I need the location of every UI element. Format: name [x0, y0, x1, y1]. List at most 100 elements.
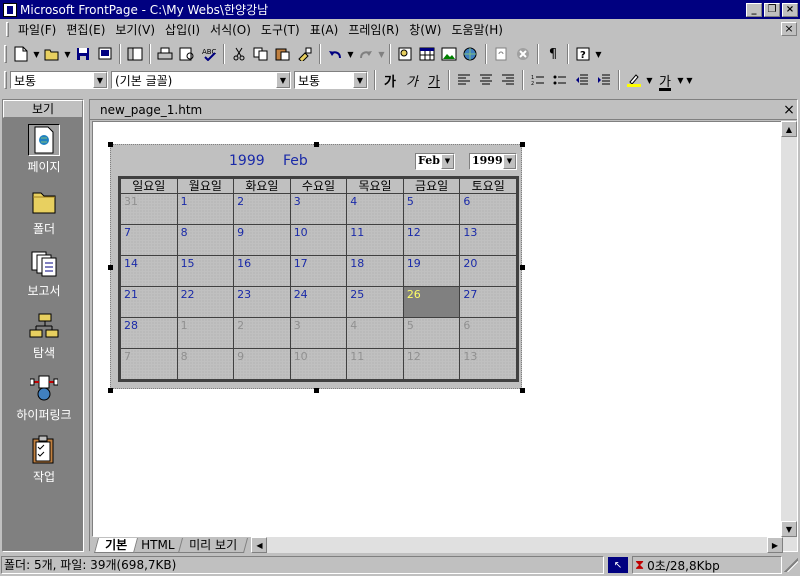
calendar-day[interactable]: 16 — [233, 255, 291, 287]
view-navigation[interactable]: 탐색 — [3, 304, 85, 366]
size-select[interactable]: 보통 ▼ — [294, 71, 368, 89]
scroll-left-button[interactable]: ◀ — [251, 537, 268, 553]
resize-handle[interactable] — [314, 388, 319, 393]
calendar-day[interactable]: 6 — [459, 317, 517, 349]
menu-format[interactable]: 서식(O) — [205, 21, 256, 38]
redo-dropdown[interactable]: ▼ — [377, 43, 386, 65]
calendar-day[interactable]: 3 — [289, 317, 348, 349]
chevron-down-icon[interactable]: ▼ — [353, 72, 367, 88]
preview-browser-button[interactable] — [176, 43, 198, 65]
minimize-button[interactable]: _ — [746, 2, 762, 17]
calendar-day[interactable]: 10 — [289, 224, 348, 256]
calendar-day[interactable]: 7 — [120, 348, 178, 380]
calendar-day[interactable]: 24 — [289, 286, 348, 318]
menu-frames[interactable]: 프레임(R) — [343, 21, 404, 38]
bulleted-list-button[interactable] — [549, 69, 571, 91]
tab-html[interactable]: HTML — [130, 538, 186, 553]
toolbar-grip[interactable] — [4, 71, 7, 89]
decrease-indent-button[interactable] — [571, 69, 593, 91]
new-page-button[interactable] — [10, 43, 32, 65]
toolbar-grip[interactable] — [4, 45, 7, 63]
calendar-day[interactable]: 18 — [346, 255, 404, 287]
menu-table[interactable]: 표(A) — [305, 21, 344, 38]
calendar-day[interactable]: 5 — [402, 317, 461, 349]
paste-button[interactable] — [272, 43, 294, 65]
scroll-down-button[interactable]: ▼ — [781, 521, 797, 537]
underline-button[interactable]: 가 — [423, 69, 445, 91]
calendar-day[interactable]: 19 — [402, 255, 461, 287]
frontpage-app-icon[interactable] — [3, 2, 17, 17]
close-button[interactable]: × — [782, 2, 798, 17]
calendar-day[interactable]: 12 — [402, 224, 461, 256]
redo-button[interactable] — [355, 43, 377, 65]
font-color-button[interactable]: 가 — [654, 69, 676, 91]
calendar-day[interactable]: 14 — [120, 255, 178, 287]
calendar-day-selected[interactable]: 26 — [402, 286, 461, 318]
help-dropdown[interactable]: ▼ — [594, 43, 603, 65]
calendar-month-select[interactable]: Feb ▼ — [415, 153, 455, 170]
calendar-day[interactable]: 8 — [176, 348, 235, 380]
copy-button[interactable] — [250, 43, 272, 65]
page-editor-canvas[interactable]: 1999 Feb Feb ▼ 1999 ▼ 일요일 월요일 화요일 수요일 목요… — [92, 121, 783, 537]
resize-handle[interactable] — [108, 265, 113, 270]
spelling-button[interactable]: ABC — [198, 43, 220, 65]
publish-button[interactable] — [94, 43, 116, 65]
view-folders[interactable]: 폴더 — [3, 180, 85, 242]
chevron-down-icon[interactable]: ▼ — [441, 154, 454, 169]
insert-picture-button[interactable] — [438, 43, 460, 65]
document-tab[interactable]: new_page_1.htm × — [90, 100, 797, 120]
resize-handle[interactable] — [520, 142, 525, 147]
calendar-day[interactable]: 31 — [120, 193, 178, 225]
toolbar-options-dropdown[interactable]: ▼ — [685, 69, 694, 91]
open-dropdown[interactable]: ▼ — [63, 43, 72, 65]
calendar-day[interactable]: 17 — [289, 255, 348, 287]
undo-button[interactable] — [324, 43, 346, 65]
vertical-scrollbar[interactable]: ▲ ▼ — [781, 121, 797, 551]
highlight-dropdown[interactable]: ▼ — [645, 69, 654, 91]
calendar-component[interactable]: 1999 Feb Feb ▼ 1999 ▼ 일요일 월요일 화요일 수요일 목요… — [108, 142, 525, 393]
align-left-button[interactable] — [453, 69, 475, 91]
menu-edit[interactable]: 편집(E) — [61, 21, 110, 38]
view-tasks[interactable]: 작업 — [3, 428, 85, 490]
calendar-day[interactable]: 3 — [289, 193, 348, 225]
hyperlink-button[interactable] — [460, 43, 482, 65]
calendar-day[interactable]: 11 — [346, 348, 404, 380]
menu-window[interactable]: 창(W) — [404, 21, 446, 38]
resize-handle[interactable] — [108, 142, 113, 147]
resize-handle[interactable] — [520, 265, 525, 270]
document-close-button[interactable]: × — [781, 22, 797, 36]
calendar-day[interactable]: 6 — [459, 193, 517, 225]
numbered-list-button[interactable]: 12 — [527, 69, 549, 91]
resize-handle[interactable] — [108, 388, 113, 393]
resize-handle[interactable] — [314, 142, 319, 147]
menu-grip[interactable] — [6, 22, 9, 37]
refresh-button[interactable] — [490, 43, 512, 65]
calendar-day[interactable]: 1 — [176, 317, 235, 349]
calendar-day[interactable]: 15 — [176, 255, 235, 287]
insert-table-button[interactable] — [416, 43, 438, 65]
stop-button[interactable] — [512, 43, 534, 65]
show-all-button[interactable]: ¶ — [542, 43, 564, 65]
increase-indent-button[interactable] — [593, 69, 615, 91]
chevron-down-icon[interactable]: ▼ — [276, 72, 290, 88]
calendar-day[interactable]: 13 — [459, 224, 517, 256]
font-select[interactable]: (기본 글꼴) ▼ — [111, 71, 291, 89]
undo-dropdown[interactable]: ▼ — [346, 43, 355, 65]
print-button[interactable] — [154, 43, 176, 65]
align-right-button[interactable] — [497, 69, 519, 91]
help-button[interactable]: ? — [572, 43, 594, 65]
menu-file[interactable]: 파일(F) — [13, 21, 61, 38]
calendar-day[interactable]: 28 — [120, 317, 178, 349]
italic-button[interactable]: 가 — [401, 69, 423, 91]
calendar-year-select[interactable]: 1999 ▼ — [469, 153, 517, 170]
calendar-day[interactable]: 10 — [289, 348, 348, 380]
calendar-day[interactable]: 7 — [120, 224, 178, 256]
style-select[interactable]: 보통 ▼ — [10, 71, 108, 89]
calendar-day[interactable]: 2 — [233, 193, 291, 225]
restore-button[interactable]: ❐ — [764, 2, 780, 17]
document-tab-close-button[interactable]: × — [781, 102, 797, 118]
menu-view[interactable]: 보기(V) — [110, 21, 160, 38]
chevron-down-icon[interactable]: ▼ — [93, 72, 107, 88]
calendar-day[interactable]: 21 — [120, 286, 178, 318]
bold-button[interactable]: 가 — [379, 69, 401, 91]
